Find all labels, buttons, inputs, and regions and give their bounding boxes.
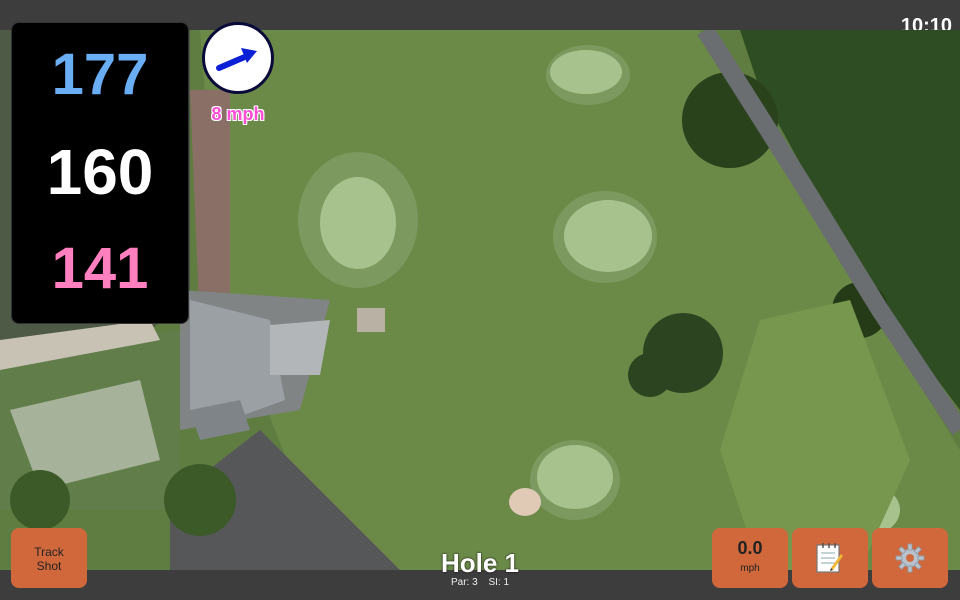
hole-par: Par: 3 <box>450 577 478 588</box>
back-yardage: 177 <box>51 42 149 107</box>
front-yardage: 141 <box>51 236 149 301</box>
gear-icon <box>895 543 925 573</box>
hole-meta: Par: 3 SI: 1 <box>380 577 580 588</box>
wind-speed: 8 mph <box>211 104 265 124</box>
speed-button[interactable]: 0.0 mph <box>712 528 788 588</box>
wind-direction-arrow-icon <box>216 48 257 71</box>
yardage-panel: 177 160 141 <box>11 22 189 324</box>
notes-button[interactable] <box>792 528 868 588</box>
hole-stroke-index: SI: 1 <box>488 577 510 588</box>
hole-title: Hole 1 <box>440 548 520 578</box>
middle-yardage: 160 <box>46 136 154 208</box>
speed-value: 0.0 <box>737 538 763 558</box>
speed-unit: mph <box>740 563 760 574</box>
wind-indicator <box>202 22 274 94</box>
track-shot-label-line2: Shot <box>36 559 62 573</box>
notepad-icon <box>816 543 843 573</box>
track-shot-button[interactable]: Track Shot <box>11 528 87 588</box>
track-shot-label-line1: Track <box>34 545 64 559</box>
settings-button[interactable] <box>872 528 948 588</box>
